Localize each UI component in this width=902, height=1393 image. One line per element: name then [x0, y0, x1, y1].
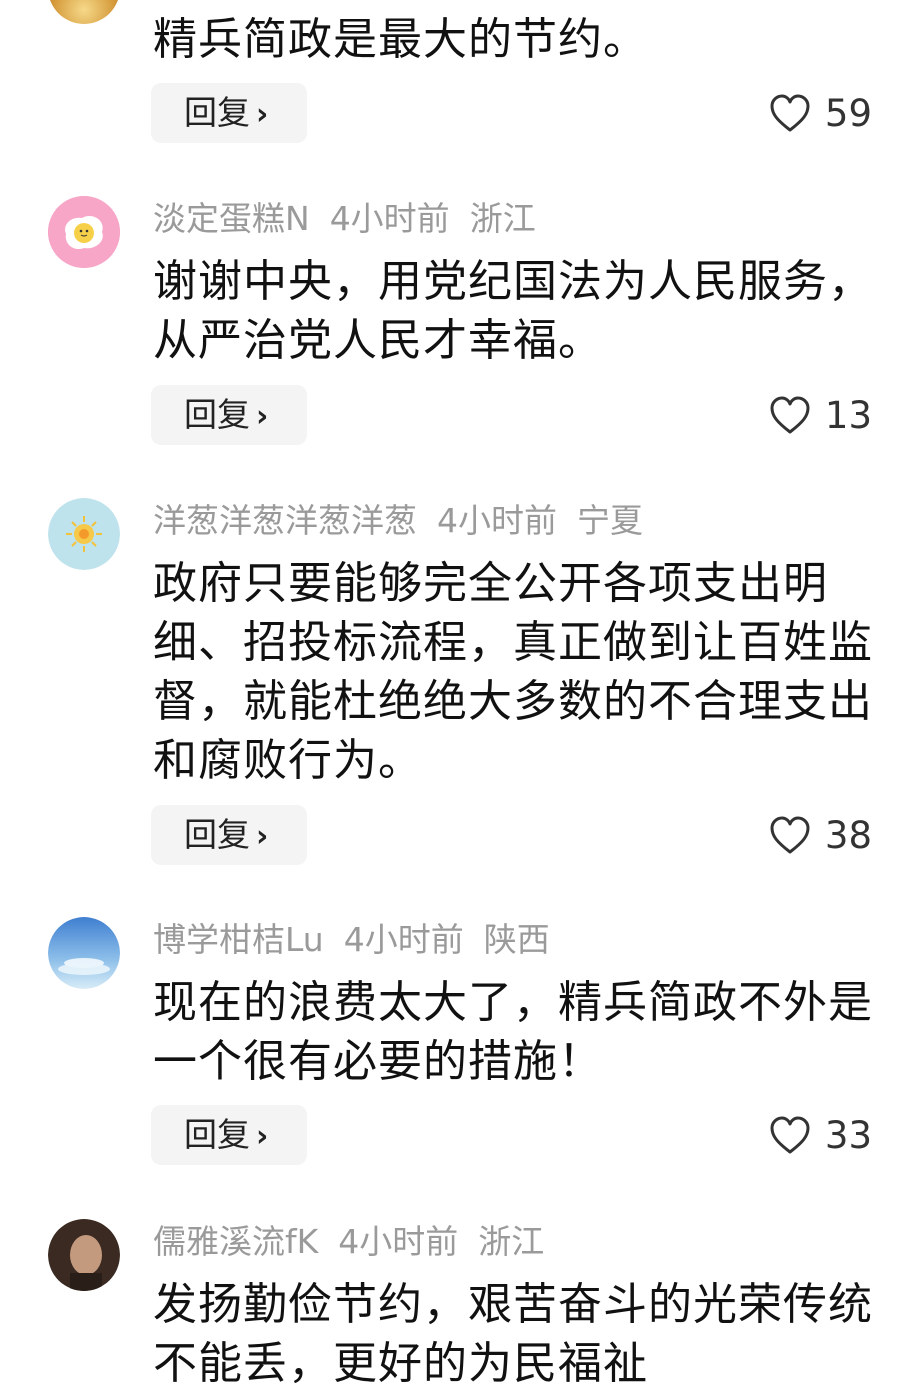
chevron-right-icon: ›: [256, 1119, 269, 1154]
avatar[interactable]: [48, 1219, 120, 1291]
comment-text: 现在的浪费太大了，精兵简政不外是一个很有必要的措施！: [153, 977, 873, 1087]
reply-button[interactable]: 回复 ›: [151, 1105, 307, 1165]
chevron-right-icon: ›: [256, 819, 269, 854]
heart-outline-icon: [770, 94, 810, 132]
like-button[interactable]: 38: [769, 805, 872, 865]
comment-text: 精兵简政是最大的节约。: [153, 14, 648, 65]
avatar[interactable]: [48, 0, 120, 24]
avatar[interactable]: [48, 498, 120, 570]
avatar[interactable]: [48, 196, 120, 268]
reply-button[interactable]: 回复 ›: [151, 805, 307, 865]
reply-label: 回复: [184, 815, 250, 854]
username[interactable]: 淡定蛋糕N: [153, 199, 310, 238]
reply-label: 回复: [184, 395, 250, 434]
heart-outline-icon: [770, 816, 810, 854]
comment-text: 谢谢中央，用党纪国法为人民服务，从严治党人民才幸福。: [153, 256, 873, 366]
location: 浙江: [469, 199, 536, 238]
comment-text: 发扬勤俭节约，艰苦奋斗的光荣传统不能丢，更好的为民福祉: [153, 1279, 873, 1389]
username[interactable]: 博学柑桔Lu: [153, 920, 324, 959]
timestamp: 4小时前: [338, 1222, 459, 1261]
sun-avatar-image: [48, 498, 120, 570]
chevron-right-icon: ›: [256, 97, 269, 132]
person-avatar-image: [48, 1219, 120, 1291]
chevron-right-icon: ›: [256, 399, 269, 434]
reply-label: 回复: [184, 1115, 250, 1154]
like-button[interactable]: 33: [769, 1105, 872, 1165]
like-button[interactable]: 59: [769, 83, 872, 143]
comment-text: 政府只要能够完全公开各项支出明细、招投标流程，真正做到让百姓监督，就能杜绝绝大多…: [153, 558, 873, 786]
sky-avatar-image: [48, 917, 120, 989]
timestamp: 4小时前: [343, 920, 464, 959]
like-count: 38: [824, 813, 872, 857]
location: 陕西: [483, 920, 550, 959]
reply-button[interactable]: 回复 ›: [151, 385, 307, 445]
comment-meta: 淡定蛋糕N 4小时前 浙江: [153, 199, 556, 239]
heart-outline-icon: [770, 396, 810, 434]
timestamp: 4小时前: [437, 501, 557, 540]
comment-meta: 洋葱洋葱洋葱洋葱 4小时前 宁夏: [153, 501, 663, 541]
reply-label: 回复: [184, 93, 250, 132]
username[interactable]: 儒雅溪流fK: [153, 1222, 318, 1261]
comment-meta: 儒雅溪流fK 4小时前 浙江: [153, 1222, 564, 1262]
like-count: 59: [824, 91, 872, 135]
timestamp: 4小时前: [329, 199, 450, 238]
egg-avatar-image: [48, 196, 120, 268]
reply-button[interactable]: 回复 ›: [151, 83, 307, 143]
location: 宁夏: [577, 501, 643, 540]
comment-meta: 博学柑桔Lu 4小时前 陕西: [153, 920, 570, 960]
location: 浙江: [478, 1222, 545, 1261]
like-count: 13: [824, 393, 872, 437]
avatar[interactable]: [48, 917, 120, 989]
heart-outline-icon: [770, 1116, 810, 1154]
like-count: 33: [824, 1113, 872, 1157]
like-button[interactable]: 13: [769, 385, 872, 445]
username[interactable]: 洋葱洋葱洋葱洋葱: [153, 501, 417, 540]
